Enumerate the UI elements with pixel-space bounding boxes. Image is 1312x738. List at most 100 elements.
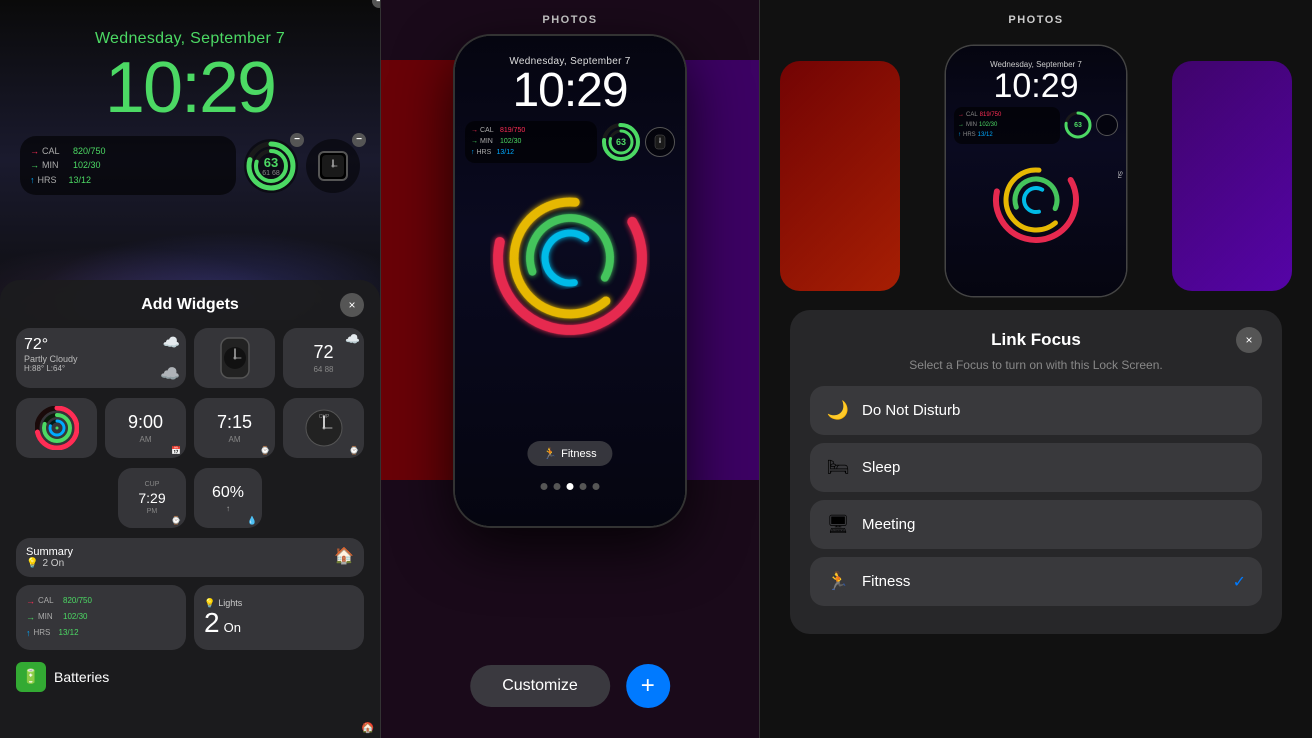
right-mini-watch <box>1096 114 1118 136</box>
summary-sub: 💡 2 On <box>26 558 73 569</box>
add-widgets-title: Add Widgets <box>141 296 239 314</box>
left-widgets-bar: − →CAL820/750 →MIN102/30 ↑HRS13/12 − <box>20 136 360 195</box>
left-lockscreen: Wednesday, September 7 10:29 − →CAL820/7… <box>0 0 380 320</box>
focus-item-sleep[interactable]: 🛏 Sleep <box>810 443 1262 492</box>
running-icon: 🏃 <box>826 571 850 592</box>
activity-widget[interactable]: − →CAL820/750 →MIN102/30 ↑HRS13/12 <box>20 136 236 195</box>
monitor-icon: 🖥 <box>826 514 850 535</box>
summary-widget[interactable]: Summary 💡 2 On 🏠 <box>16 538 364 577</box>
focus-item-meeting[interactable]: 🖥 Meeting <box>810 500 1262 549</box>
temp-widget[interactable]: 72 64 88 ☁️ <box>283 328 364 388</box>
fitness-checkmark: ✓ <box>1233 572 1246 592</box>
right-mini-su-label: Su <box>1116 171 1122 178</box>
center-phone-mockup: Wednesday, September 7 10:29 →CAL819/750… <box>455 36 685 526</box>
cup-clock-widget[interactable]: CUP 7:29 PM ⌚ <box>118 468 186 528</box>
dot-4 <box>580 483 587 490</box>
cal-row: →CAL820/750 <box>30 144 226 158</box>
fitness-button[interactable]: 🏃 Fitness <box>527 441 612 466</box>
center-time: 10:29 <box>455 67 685 115</box>
weather-desc: Partly Cloudy <box>24 354 178 364</box>
watch-face <box>318 151 348 181</box>
watch-widget[interactable]: − <box>306 139 360 193</box>
fitness-label: Fitness <box>862 573 1221 590</box>
center-date: Wednesday, September 7 <box>455 36 685 67</box>
right-mini-neon-rings <box>946 150 1126 250</box>
close-link-focus-button[interactable]: × <box>1236 327 1262 353</box>
weather-widget[interactable]: ☁️ 72° Partly Cloudy H:88° L:64° ☁️ <box>16 328 186 388</box>
activity-widget-bottom[interactable]: → CAL 820/750 → MIN 102/30 ↑ HRS 13/12 🔴 <box>16 585 186 650</box>
clock-am-time: 9:00 <box>128 412 163 433</box>
cloud-icon-small: ☁️ <box>345 332 360 346</box>
focus-item-do-not-disturb[interactable]: 🌙 Do Not Disturb <box>810 386 1262 435</box>
hrs-row: ↑HRS13/12 <box>30 173 226 187</box>
right-side-phone-left <box>780 61 900 291</box>
link-focus-dialog: Link Focus × Select a Focus to turn on w… <box>790 310 1282 634</box>
spacer-1 <box>16 468 110 528</box>
percent-icon: 💧 <box>247 516 257 525</box>
do-not-disturb-label: Do Not Disturb <box>862 402 1246 419</box>
link-focus-subtitle: Select a Focus to turn on with this Lock… <box>810 358 1262 372</box>
weather-icon-large: ☁️ <box>160 366 180 383</box>
ring-widget[interactable]: − 63 61 68 <box>244 139 298 193</box>
clock-pm-widget[interactable]: 7:15 AM ⌚ <box>194 398 275 458</box>
center-ring-widget: 63 <box>601 122 641 162</box>
close-add-widgets-button[interactable]: × <box>340 293 364 317</box>
center-ring-number: 63 <box>616 137 626 147</box>
calendar-icon-small: 📅 <box>171 446 181 455</box>
min-row: →MIN102/30 <box>30 158 226 172</box>
batteries-row[interactable]: 🔋 Batteries <box>16 658 364 696</box>
hrs-row-bottom: ↑ HRS 13/12 <box>26 625 176 641</box>
right-photos-header: PHOTOS <box>760 0 1312 36</box>
customize-button[interactable]: Customize <box>470 665 610 707</box>
meeting-label: Meeting <box>862 516 1246 533</box>
analog-clock-widget[interactable]: CUP ⌚ <box>283 398 364 458</box>
clock-pm-label: AM <box>229 435 241 444</box>
lights-count-display: 2 On <box>204 609 354 637</box>
dot-1 <box>541 483 548 490</box>
ring-number: 63 <box>262 155 280 170</box>
battery-icon: 🔋 <box>16 662 46 692</box>
center-widgets-bar: →CAL819/750 →MIN102/30 ↑HRS13/12 <box>465 121 675 163</box>
remove-watch-icon[interactable]: − <box>352 133 366 147</box>
right-mini-time: 10:29 <box>946 69 1126 103</box>
widget-grid: ☁️ 72° Partly Cloudy H:88° L:64° ☁️ <box>16 328 364 388</box>
sleep-label: Sleep <box>862 459 1246 476</box>
center-watch-widget <box>645 127 675 157</box>
focus-item-fitness[interactable]: 🏃 Fitness ✓ <box>810 557 1262 606</box>
left-time: 10:29 <box>0 52 380 124</box>
lights-label: 💡 Lights <box>204 598 354 609</box>
watch-face-widget[interactable] <box>194 328 275 388</box>
home-icon: 🏠 <box>334 546 354 566</box>
percent-widget[interactable]: 60% ↑ 💧 <box>194 468 262 528</box>
analog-clock-svg: CUP <box>304 408 344 448</box>
right-mini-widgets: →CAL819/750 →MIN102/30 ↑HRS13/12 63 <box>954 107 1118 144</box>
home-icon-2: 🏠 <box>362 723 374 734</box>
percent-display: 60% <box>212 484 244 502</box>
lights-number: 2 <box>204 609 220 637</box>
left-date: Wednesday, September 7 <box>0 0 380 48</box>
center-activity-widget: →CAL819/750 →MIN102/30 ↑HRS13/12 <box>465 121 597 163</box>
ring-sub: 61 68 <box>262 170 280 177</box>
right-side-phone-right <box>1172 61 1292 291</box>
right-mini-date: Wednesday, September 7 <box>946 46 1126 69</box>
lights-count: 2 On <box>42 558 64 569</box>
weather-temp: 72° <box>24 336 178 354</box>
cal-row-bottom: → CAL 820/750 <box>26 593 176 609</box>
dot-5 <box>593 483 600 490</box>
add-button[interactable]: + <box>626 664 670 708</box>
add-widgets-panel: Add Widgets × ☁️ 72° Partly Cloudy H:88°… <box>0 280 380 738</box>
right-phones-row: Wednesday, September 7 10:29 →CAL819/750… <box>760 46 1312 306</box>
watch-icon-analog: ⌚ <box>349 446 359 455</box>
lights-widget[interactable]: 💡 Lights 2 On 🏠 <box>194 585 364 650</box>
clock-am-widget[interactable]: 9:00 AM 📅 <box>105 398 186 458</box>
center-photos-header: PHOTOS <box>381 0 759 36</box>
rings-widget[interactable] <box>16 398 97 458</box>
summary-title: Summary <box>26 546 73 558</box>
percent-arrow: ↑ <box>226 504 230 513</box>
rings-svg <box>35 406 79 450</box>
neon-rings-container <box>455 173 685 343</box>
dot-2 <box>554 483 561 490</box>
cup-time: 7:29 <box>138 490 165 506</box>
batteries-label: Batteries <box>54 669 109 685</box>
clock-pm-time: 7:15 <box>217 412 252 433</box>
